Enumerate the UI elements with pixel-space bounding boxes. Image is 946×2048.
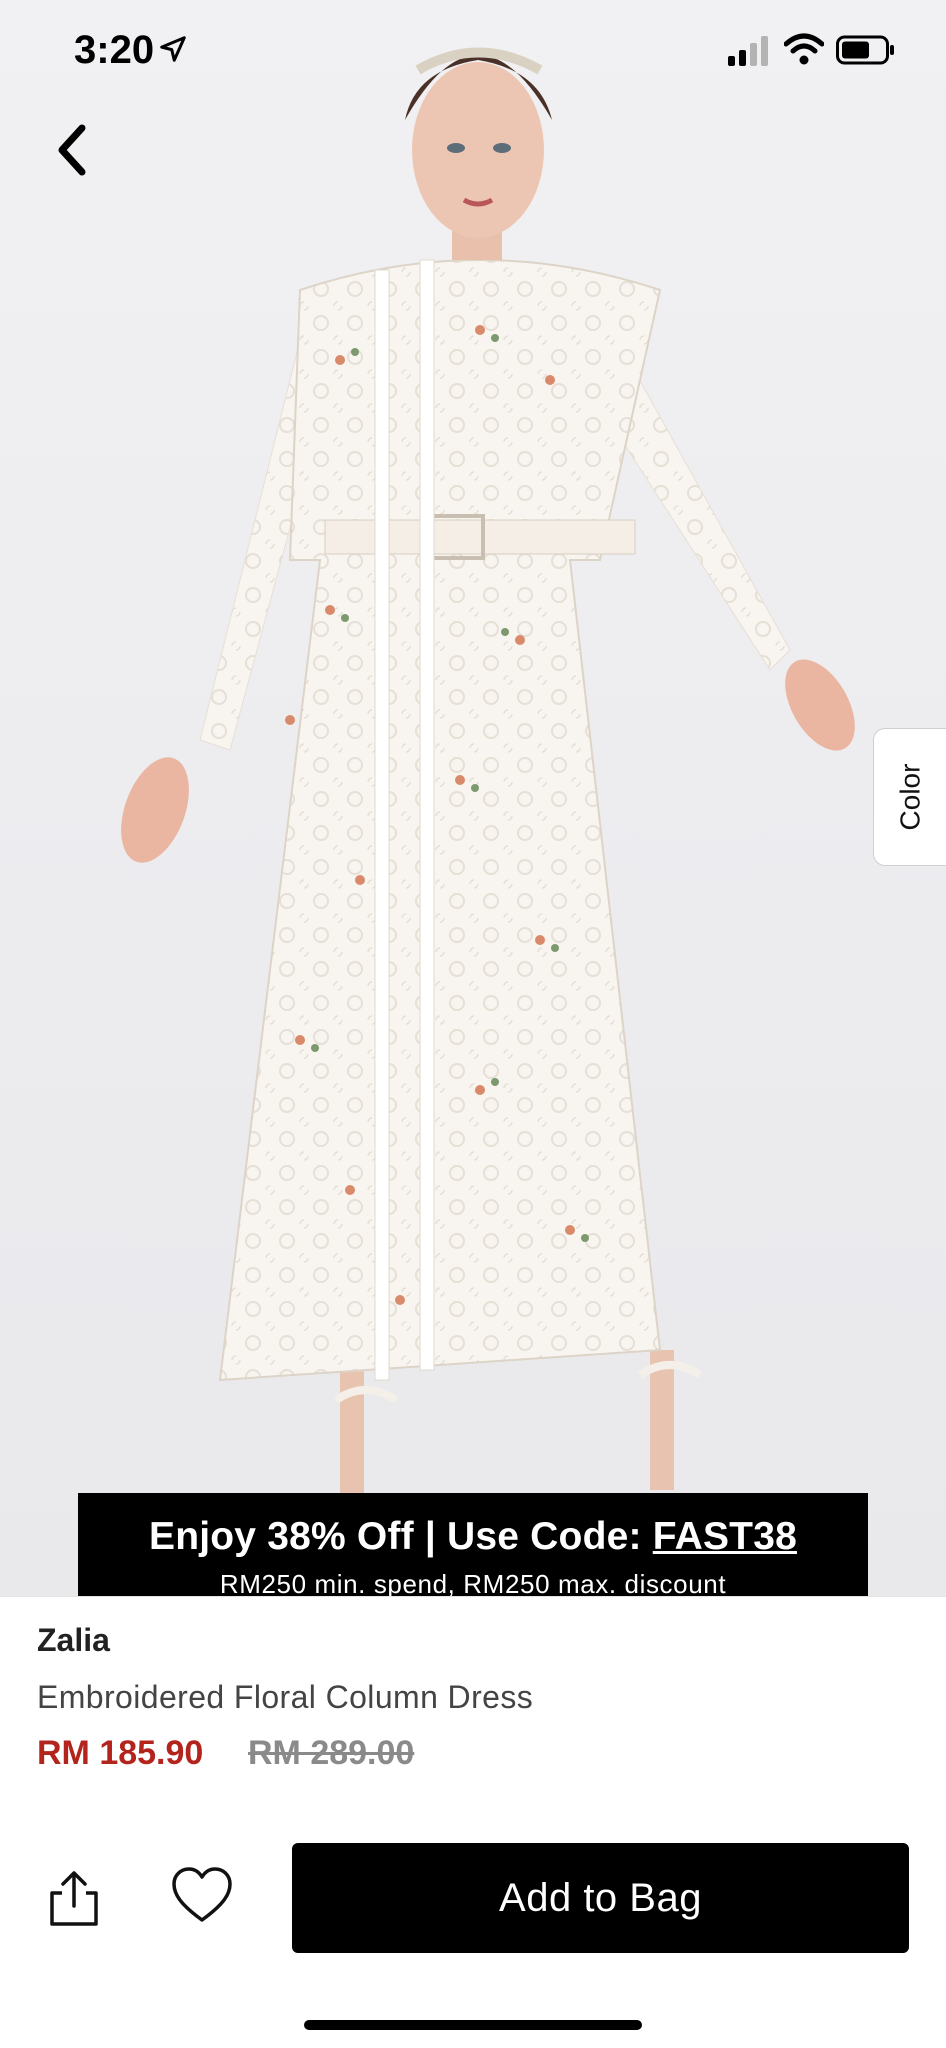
share-icon [50, 1871, 98, 1926]
cellular-signal-icon [728, 36, 768, 66]
add-to-bag-button[interactable]: Add to Bag [292, 1843, 909, 1953]
battery-icon [836, 35, 894, 65]
color-selector-tab[interactable]: Color [873, 728, 946, 866]
chevron-left-icon [58, 124, 86, 176]
promo-headline-text: Enjoy 38% Off | Use Code: [149, 1515, 653, 1558]
promo-subtext: RM250 min. spend, RM250 max. discount [219, 1569, 727, 1596]
heart-icon [172, 1867, 232, 1922]
home-indicator[interactable] [304, 2020, 642, 2030]
product-image[interactable]: 3:20 Color Enjoy 38% Off | Use Code: FAS… [0, 0, 946, 1596]
sale-price: RM 185.90 [37, 1734, 204, 1772]
color-tab-label: Color [893, 763, 925, 831]
status-time: 3:20 [74, 28, 155, 72]
back-button[interactable] [40, 112, 110, 188]
wishlist-button[interactable] [170, 1866, 234, 1926]
location-arrow-icon [160, 36, 186, 62]
promo-banner[interactable]: Enjoy 38% Off | Use Code: FAST38 RM250 m… [78, 1493, 868, 1596]
promo-code: FAST38 [652, 1515, 797, 1558]
original-price: RM 289.00 [248, 1734, 415, 1772]
status-bar: 3:20 [0, 0, 946, 100]
divider [0, 1596, 946, 1597]
product-name: Embroidered Floral Column Dress [37, 1679, 534, 1715]
share-button[interactable] [44, 1868, 104, 1928]
promo-headline: Enjoy 38% Off | Use Code: FAST38 [78, 1515, 868, 1559]
wifi-icon [784, 33, 824, 65]
model-illustration [121, 47, 855, 1500]
product-brand[interactable]: Zalia [37, 1622, 110, 1659]
